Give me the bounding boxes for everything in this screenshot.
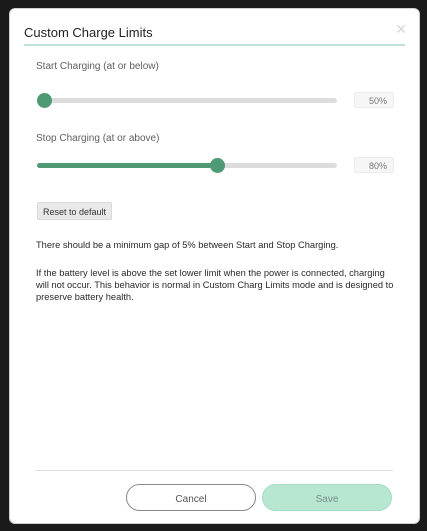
stop-slider-thumb[interactable] bbox=[210, 158, 225, 173]
stop-charging-slider[interactable] bbox=[37, 156, 337, 176]
footer-divider bbox=[36, 470, 393, 471]
custom-charge-limits-dialog: Custom Charge Limits ✕ Start Charging (a… bbox=[9, 8, 420, 524]
battery-behavior-note: If the battery level is above the set lo… bbox=[36, 268, 394, 302]
cancel-button[interactable]: Cancel bbox=[126, 484, 256, 511]
minimum-gap-note: There should be a minimum gap of 5% betw… bbox=[36, 240, 339, 250]
dialog-title: Custom Charge Limits bbox=[24, 25, 153, 40]
stop-slider-fill bbox=[37, 163, 217, 168]
reset-to-default-button[interactable]: Reset to default bbox=[37, 202, 113, 220]
title-divider bbox=[24, 44, 405, 46]
start-charging-slider[interactable] bbox=[37, 91, 337, 111]
close-icon[interactable]: ✕ bbox=[395, 21, 407, 38]
start-slider-track[interactable] bbox=[37, 98, 337, 103]
start-charging-value[interactable]: 50% bbox=[354, 92, 394, 108]
save-button[interactable]: Save bbox=[262, 484, 392, 511]
stop-charging-label: Stop Charging (at or above) bbox=[36, 133, 160, 144]
start-charging-label: Start Charging (at or below) bbox=[36, 61, 159, 72]
start-slider-thumb[interactable] bbox=[37, 93, 52, 108]
stop-charging-value[interactable]: 80% bbox=[354, 157, 394, 173]
